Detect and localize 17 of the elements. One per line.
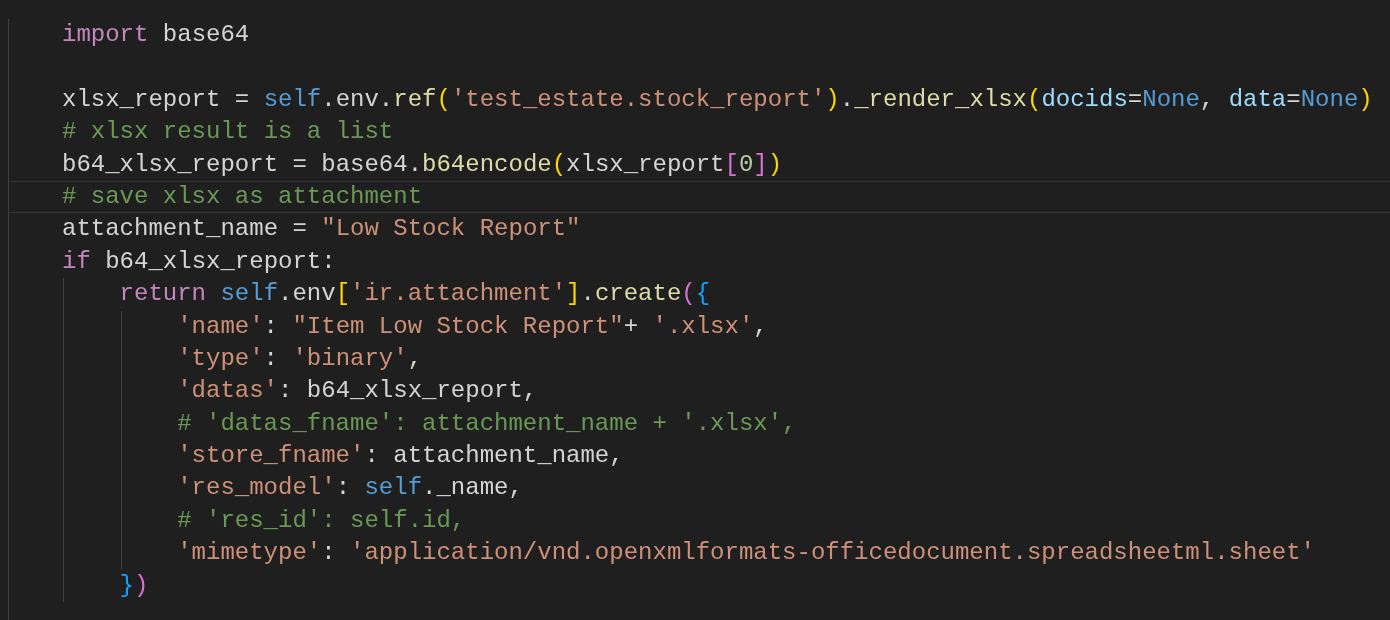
code-line: })	[62, 569, 1390, 603]
code-line: # 'datas_fname': attachment_name + '.xlsx',	[62, 407, 1390, 441]
code-line: 'type': 'binary',	[62, 342, 1390, 376]
code-line: # xlsx result is a list	[62, 117, 395, 148]
code-line: import base64	[62, 20, 251, 50]
code-line: # save xlsx as attachment	[9, 180, 1390, 214]
code-line: # 'res_id': self.id,	[62, 504, 1390, 538]
code-line: return self.env['ir.attachment'].create({	[62, 278, 1390, 311]
code-line: 'name': "Item Low Stock Report"+ '.xlsx',	[62, 310, 1390, 343]
code-line: 'store_fname': attachment_name,	[62, 440, 1390, 473]
code-line: 'datas': b64_xlsx_report,	[62, 375, 1390, 408]
code-line: 'mimetype': 'application/vnd.openxmlformats-officedocument.spreadsheetml.sheet'	[62, 537, 1390, 570]
code-line: if b64_xlsx_report:	[62, 246, 337, 277]
code-line: b64_xlsx_report = base64.b64encode(xlsx_report[0])	[62, 149, 784, 180]
code-line: xlsx_report = self.env.ref('test_estate.stock_report')._render_xlsx(docids=None, data=None)	[62, 84, 1374, 115]
code-line: 'res_model': self._name,	[62, 472, 1390, 505]
code-line: attachment_name = "Low Stock Report"	[62, 214, 582, 245]
